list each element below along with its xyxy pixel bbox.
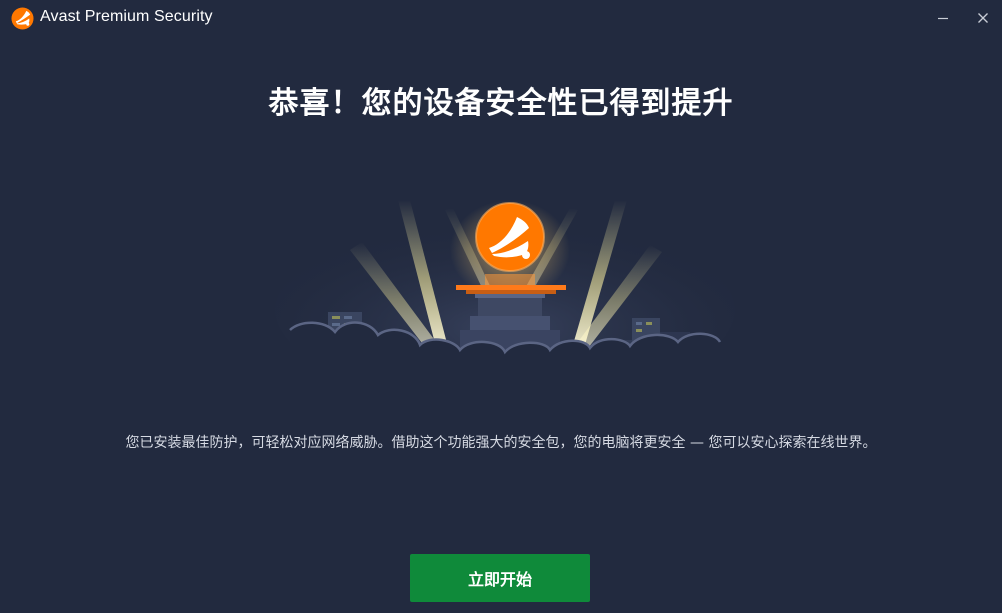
close-icon (978, 13, 988, 23)
title-bar: Avast Premium Security (0, 0, 1002, 36)
get-started-button[interactable]: 立即开始 (410, 554, 590, 602)
close-button[interactable] (967, 4, 999, 32)
minimize-button[interactable] (927, 4, 959, 32)
window-title: Avast Premium Security (40, 8, 213, 25)
minimize-icon (938, 17, 948, 20)
avast-logo-icon (11, 7, 34, 30)
page-title: 恭喜！您的设备安全性已得到提升 (268, 86, 734, 121)
description-text: 您已安装最佳防护，可轻松对应网络威胁。借助这个功能强大的安全包，您的电脑将更安全… (125, 435, 877, 451)
pedestal-illustration (275, 200, 735, 380)
app-window: Avast Premium Security 恭喜！您的设备安全性已得到提升 您… (0, 0, 1002, 613)
